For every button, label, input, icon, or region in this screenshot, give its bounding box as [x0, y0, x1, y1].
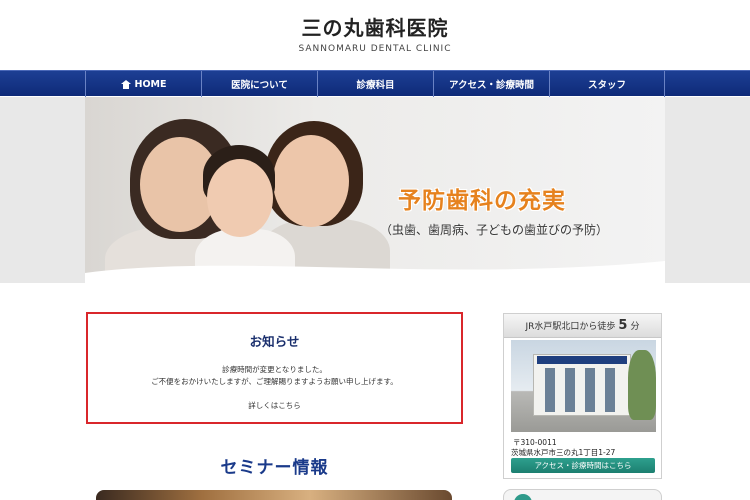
clinic-building-window	[565, 368, 575, 412]
walk-minutes-unit: 分	[630, 322, 640, 332]
nav-item-home[interactable]: HOME	[85, 71, 201, 97]
clinic-building-window	[605, 368, 615, 412]
hero-wave	[85, 261, 665, 283]
main-nav: HOME 医院について 診療科目 アクセス・診療時間 スタッフ	[0, 70, 750, 97]
nav-item-label: HOME	[134, 78, 167, 90]
nav-item-staff[interactable]: スタッフ	[549, 71, 665, 97]
clinic-building-sign	[537, 356, 627, 364]
sidebar-card	[503, 489, 662, 500]
hero-headline: 予防歯科の充実	[398, 188, 566, 214]
tree	[628, 350, 656, 420]
seminar-heading: セミナー情報	[220, 458, 329, 478]
notice-line: 診療時間が変更となりました。	[222, 365, 327, 374]
hero-photo-face	[273, 135, 349, 227]
nav-item-label: 医院について	[231, 80, 288, 91]
hero-subline: （虫歯、歯周病、子どもの歯並びの予防）	[380, 223, 609, 237]
nav-item-access[interactable]: アクセス・診療時間	[433, 71, 549, 97]
nav-item-about[interactable]: 医院について	[201, 71, 317, 97]
clinic-building-window	[585, 368, 595, 412]
address: 茨城県水戸市三の丸1丁目1-27	[511, 448, 616, 457]
station-text: JR水戸駅北口から徒歩	[525, 322, 616, 332]
home-icon	[120, 79, 131, 89]
walk-minutes: 5	[618, 318, 628, 333]
notice-box: お知らせ 診療時間が変更となりました。 ご不便をおかけいたしますが、ご理解賜りま…	[86, 312, 463, 424]
nav-item-label: アクセス・診療時間	[448, 80, 535, 91]
notice-title: お知らせ	[249, 334, 300, 349]
site-title[interactable]: 三の丸歯科医院	[0, 12, 750, 41]
nav-item-label: 診療科目	[356, 80, 395, 91]
access-card-header: JR水戸駅北口から徒歩 5 分	[504, 314, 661, 338]
access-button[interactable]: アクセス・診療時間はこちら	[511, 458, 655, 473]
access-card: JR水戸駅北口から徒歩 5 分 〒310-0011 茨城県水戸市三の丸1丁目1-…	[503, 313, 662, 479]
notice-detail-link[interactable]: 詳しくはこちら	[88, 400, 461, 411]
nav-item-treatments[interactable]: 診療科目	[317, 71, 433, 97]
nav-item-label: スタッフ	[587, 80, 626, 91]
seminar-image[interactable]	[96, 490, 452, 500]
notice-line: ご不便をおかけいたしますが、ご理解賜りますようお願い申し上げます。	[151, 377, 398, 386]
hero-banner: 予防歯科の充実 （虫歯、歯周病、子どもの歯並びの予防）	[85, 97, 665, 283]
sidebar-card-icon	[514, 494, 532, 500]
site-header: 三の丸歯科医院 SANNOMARU DENTAL CLINIC	[0, 0, 750, 70]
hero-photo-face	[207, 159, 273, 237]
clinic-building-photo	[511, 340, 656, 432]
clinic-building-window	[545, 368, 555, 412]
site-subtitle: SANNOMARU DENTAL CLINIC	[298, 44, 452, 54]
